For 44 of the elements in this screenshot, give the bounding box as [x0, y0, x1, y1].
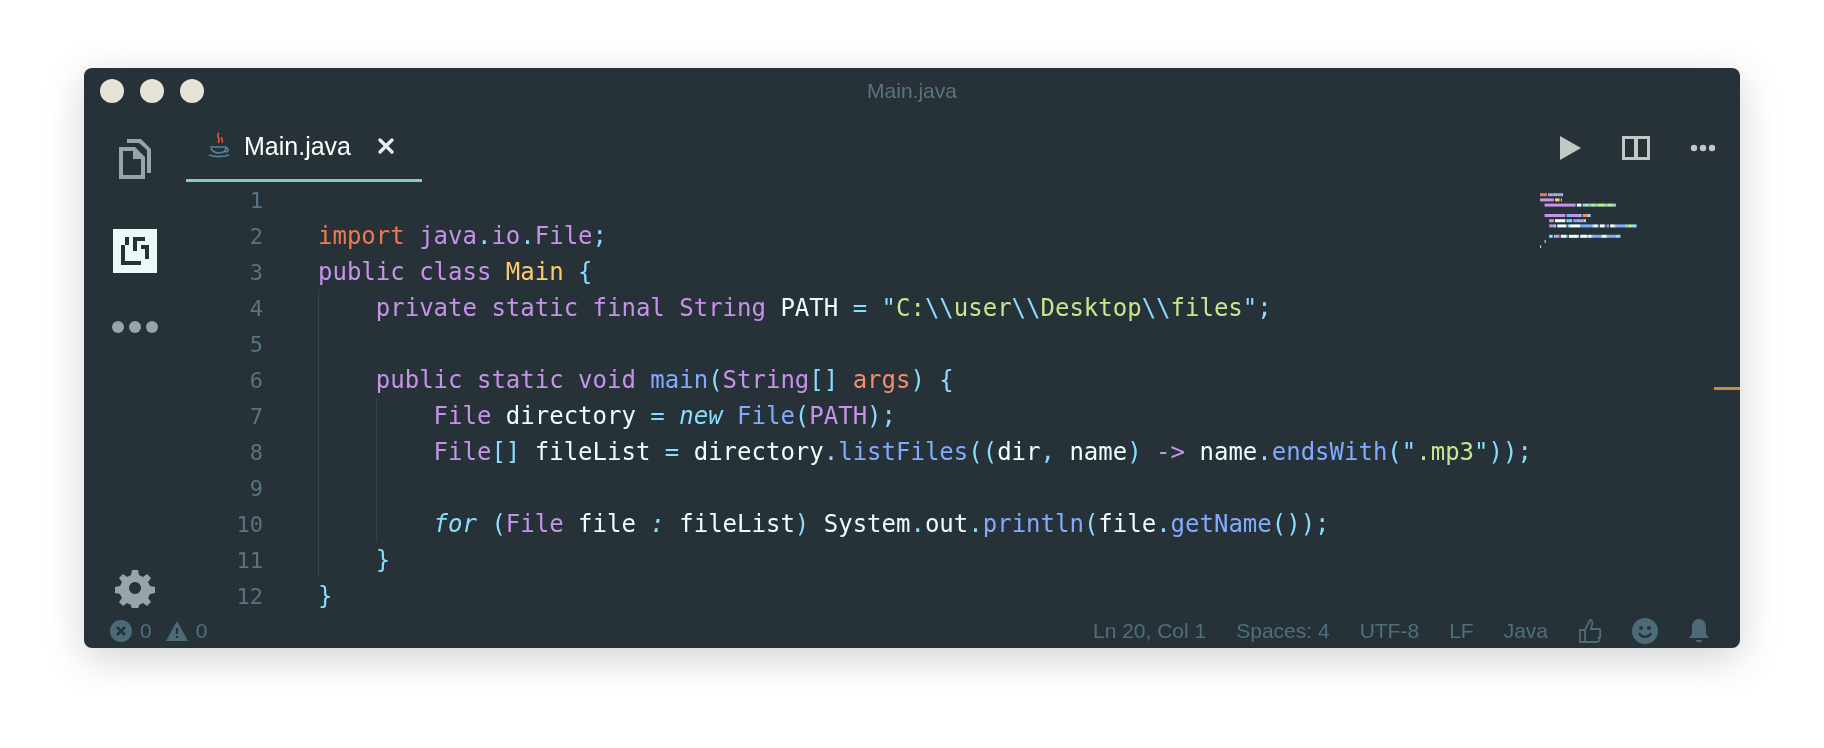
code-line: import java.io.File;	[318, 222, 607, 250]
line-number: 2	[248, 223, 263, 249]
play-icon[interactable]	[1558, 134, 1582, 161]
status-item[interactable]: UTF-8	[1359, 619, 1420, 643]
code-line: File directory = new File(PATH);	[432, 402, 896, 430]
files-icon[interactable]	[117, 137, 153, 181]
minimize-window-button[interactable]	[140, 78, 164, 103]
code-line: for (File file : fileList) System.out.println(file.getName());	[432, 510, 1330, 538]
close-window-button[interactable]	[100, 78, 124, 103]
scroll-marker	[1714, 387, 1740, 390]
status-item[interactable]: Ln 20, Col 1	[1092, 619, 1207, 643]
split-editor-icon[interactable]	[1622, 135, 1650, 160]
code-line: File[] fileList = directory.listFiles((dir, name) -> name.endsWith(".mp3"));	[432, 438, 1532, 466]
line-number: 12	[235, 583, 263, 609]
window-title: Main.java	[867, 78, 957, 103]
line-number: 5	[248, 331, 263, 357]
extensions-icon[interactable]	[113, 229, 157, 273]
line-number: 6	[248, 367, 263, 393]
thumbs-up-icon[interactable]	[1578, 618, 1602, 644]
close-icon[interactable]	[377, 137, 395, 155]
more-icon[interactable]	[112, 321, 158, 333]
zoom-window-button[interactable]	[180, 78, 204, 103]
warning-count[interactable]: 0	[195, 619, 208, 643]
code-line: private static final String PATH = "C:\\user\\Desktop\\files";	[374, 294, 1272, 322]
line-number: 1	[248, 187, 263, 213]
editor-tab[interactable]: Main.java	[186, 113, 422, 182]
line-number: 4	[248, 295, 263, 321]
line-number: 7	[248, 403, 263, 429]
line-number: 9	[248, 475, 263, 501]
code-line: }	[374, 546, 391, 574]
line-number: 8	[248, 439, 263, 465]
error-count[interactable]: 0	[140, 619, 152, 643]
more-icon[interactable]	[1690, 143, 1716, 152]
line-number: 3	[248, 259, 263, 285]
code-line: public static void main(String[] args) {	[374, 366, 954, 394]
coffee-cup-icon	[208, 132, 230, 160]
status-item[interactable]: Java	[1503, 619, 1548, 643]
status-item[interactable]: Spaces: 4	[1236, 619, 1330, 643]
line-number: 10	[235, 511, 263, 537]
code-line: public class Main {	[318, 258, 593, 286]
code-line: }	[318, 582, 333, 610]
line-number: 11	[235, 547, 263, 573]
settings-icon[interactable]	[115, 568, 155, 608]
status-item[interactable]: LF	[1449, 619, 1474, 643]
